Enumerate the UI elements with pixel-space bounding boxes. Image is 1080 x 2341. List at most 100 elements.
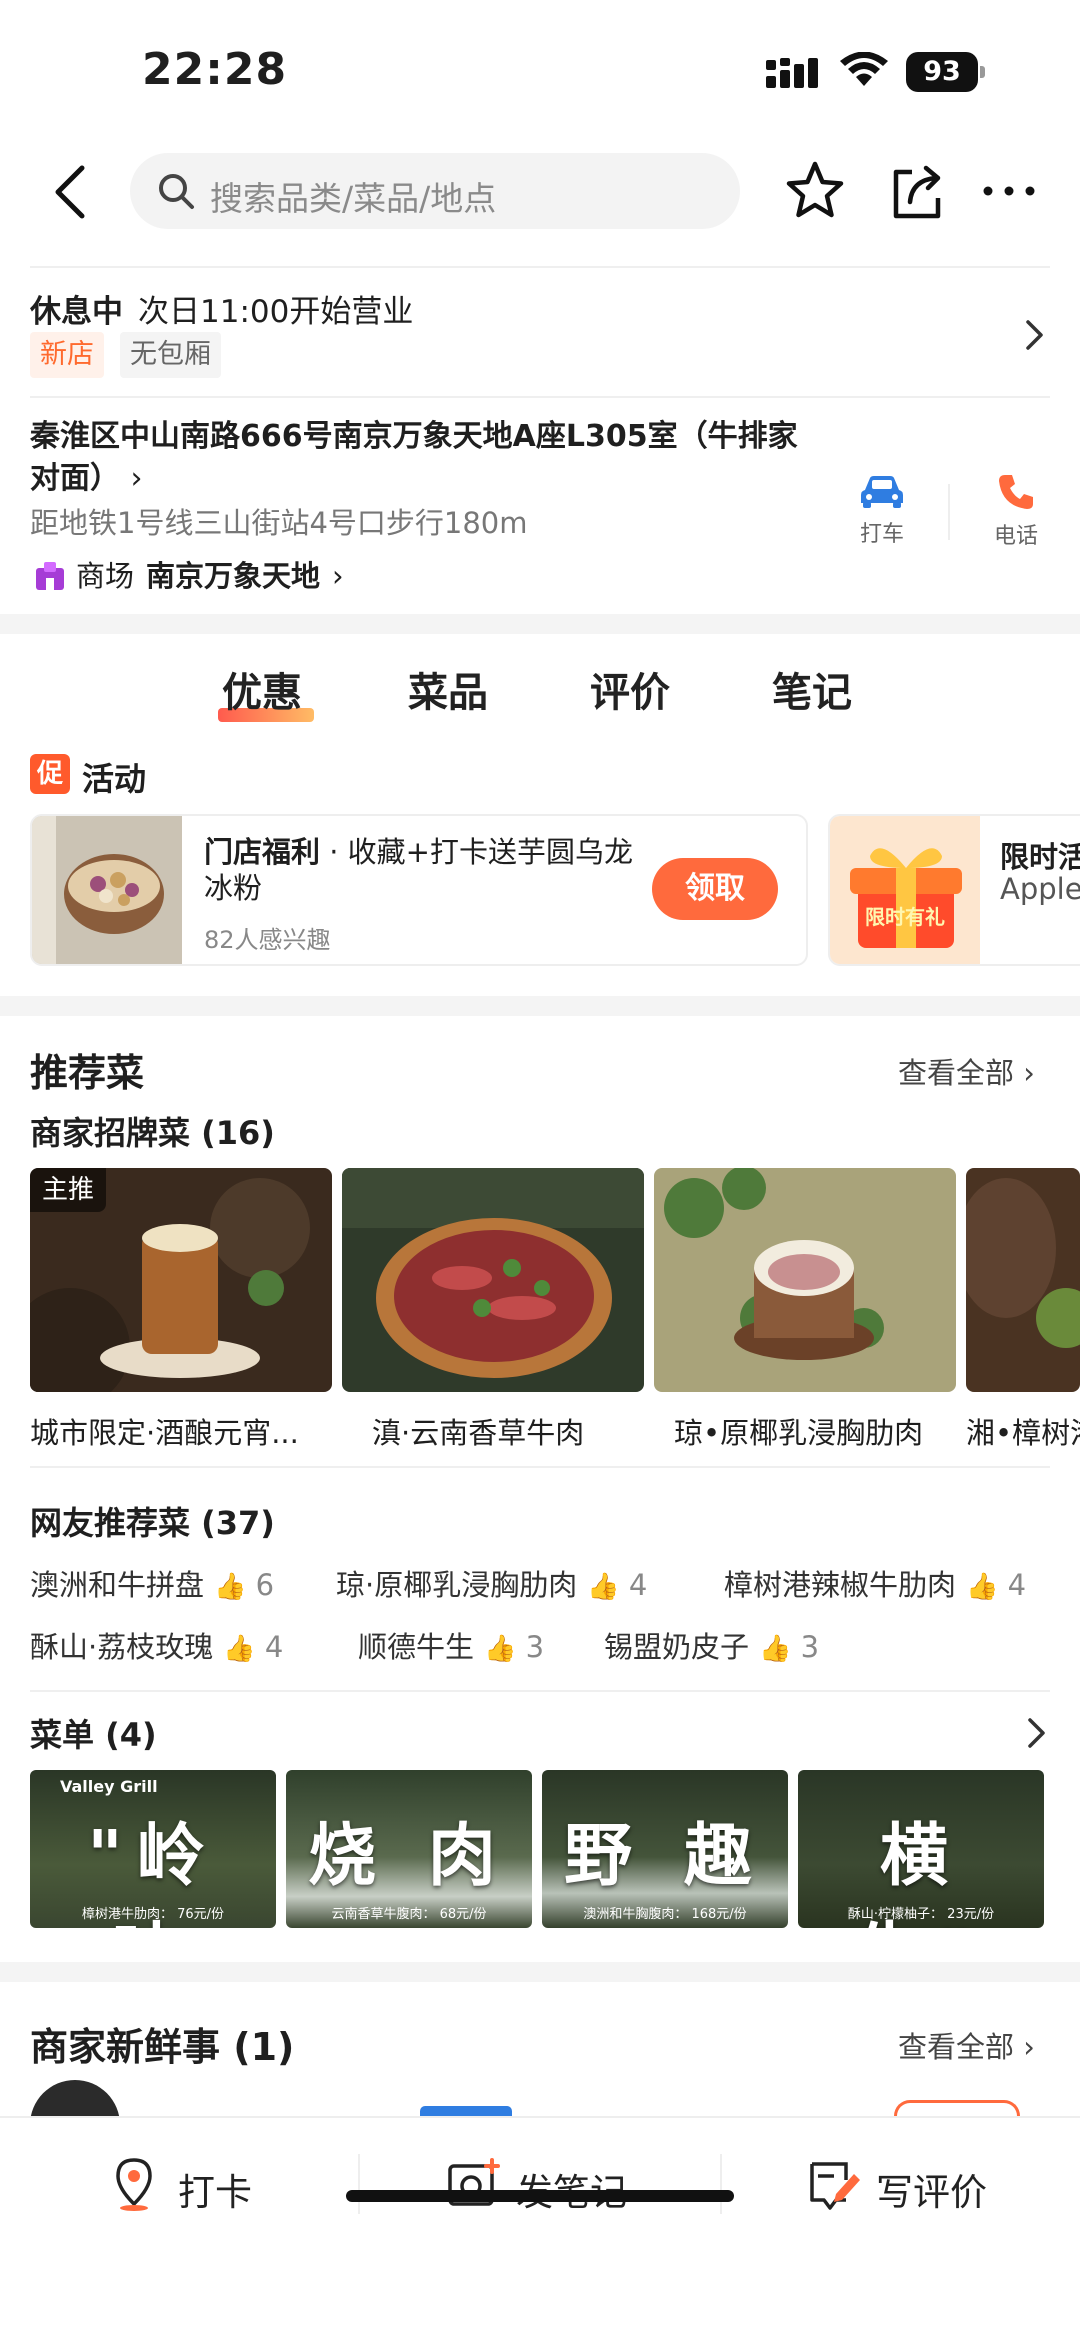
menu-image-title: 野 趣: [564, 1816, 766, 1896]
netizen-dish-item[interactable]: 酥山·荔枝玫瑰 👍 4: [30, 1624, 283, 1666]
tab-notes[interactable]: 笔记: [772, 660, 852, 718]
menu-image[interactable]: Valley Grill "岭 味 樟树港牛肋肉： 76元/份: [30, 1770, 276, 1928]
address-text[interactable]: 秦淮区中山南路666号南京万象天地A座L305室（牛排家对面） ›: [30, 416, 820, 500]
promo-card[interactable]: 门店福利 · 收藏+打卡送芋圆乌龙冰粉 82人感兴趣 领取: [30, 814, 808, 966]
like-count: 3: [800, 1630, 820, 1664]
tab-discount[interactable]: 优惠: [222, 660, 302, 718]
netizen-dish-name: 顺德牛生: [358, 1630, 475, 1664]
wifi-icon: [840, 52, 888, 86]
like-count: 6: [255, 1568, 275, 1602]
signature-dishes-title: 商家招牌菜 (16): [30, 1114, 275, 1152]
chevron-right-icon: ›: [1014, 2030, 1035, 2064]
promo-card-subtitle: Apple: [1000, 872, 1080, 906]
mall-name: 南京万象天地: [146, 559, 321, 593]
chevron-right-icon[interactable]: [1026, 1716, 1048, 1750]
netizen-dish-name: 樟树港辣椒牛肋肉: [724, 1568, 957, 1602]
like-count: 4: [264, 1630, 284, 1664]
main-recommend-tag: 主推: [30, 1168, 107, 1212]
menu-image[interactable]: 烧 肉 云南香草牛腹肉： 68元/份: [286, 1770, 532, 1928]
chevron-right-icon: ›: [1014, 1056, 1035, 1090]
promo-title: 活动: [82, 760, 147, 798]
see-all-label: 查看全部: [898, 1056, 1015, 1090]
gift-image-text: 限时有礼: [865, 905, 945, 929]
dish-name: 城市限定·酒酿元宵...: [30, 1416, 299, 1450]
checkin-label: 打卡: [178, 2171, 252, 2214]
menu-price: 樟树港牛肋肉： 76元/份: [81, 1907, 225, 1922]
dish-card[interactable]: 琼•原椰乳浸胸肋肉: [654, 1168, 956, 1452]
taxi-button[interactable]: 打车: [842, 472, 922, 548]
dish-name: 琼•原椰乳浸胸肋肉: [674, 1416, 924, 1450]
tab-dishes[interactable]: 菜品: [408, 660, 488, 718]
netizen-dish-name: 澳洲和牛拼盘: [30, 1568, 205, 1602]
chevron-right-icon: ›: [332, 559, 344, 593]
divider: [358, 2154, 360, 2214]
promo-interest-count: 82人感兴趣: [204, 926, 331, 954]
recommend-title: 推荐菜: [30, 1051, 145, 1095]
netizen-dish-item[interactable]: 琼·原椰乳浸胸肋肉 👍 4: [336, 1562, 647, 1604]
dish-card[interactable]: 主推 城市限定·酒酿元宵...: [30, 1168, 332, 1452]
divider: [720, 2154, 722, 2214]
thumb-up-icon: 👍: [966, 1572, 999, 1602]
divider: [30, 396, 1050, 398]
news-avatar: [30, 2080, 120, 2116]
see-all-news-link[interactable]: 查看全部 ›: [898, 2024, 1035, 2066]
dish-card[interactable]: 滇·云南香草牛肉: [342, 1168, 644, 1452]
star-icon[interactable]: [782, 158, 848, 224]
promo-badge: 促: [30, 754, 70, 794]
business-status-row[interactable]: 休息中 次日11:00开始营业 新店 无包厢: [30, 268, 1050, 388]
merchant-news-title: 商家新鲜事 (1): [30, 2025, 295, 2069]
next-open-time: 次日11:00开始营业: [138, 294, 414, 330]
like-count: 4: [1007, 1568, 1027, 1602]
content-tabs: 优惠 菜品 评价 笔记: [0, 660, 1080, 740]
address-line: 秦淮区中山南路666号南京万象天地A座L305室（牛排家对面）: [30, 419, 798, 496]
netizen-dish-name: 锡盟奶皮子: [604, 1630, 750, 1664]
status-bar: 22:28 93: [0, 0, 1080, 140]
tab-reviews[interactable]: 评价: [590, 660, 670, 718]
menu-image[interactable]: 横 生" 酥山·柠檬柚子： 23元/份: [798, 1770, 1044, 1928]
battery-level: 93: [906, 52, 978, 92]
like-count: 3: [525, 1630, 545, 1664]
thumb-up-icon: 👍: [223, 1634, 256, 1664]
camera-note-icon: [448, 2158, 500, 2206]
nav-bar: 搜索品类/菜品/地点: [0, 150, 1080, 234]
dish-card[interactable]: 湘•樟树港: [966, 1168, 1080, 1452]
brand-logo: Valley Grill: [60, 1777, 158, 1796]
back-icon[interactable]: [44, 160, 104, 224]
search-icon: [159, 174, 194, 209]
chevron-right-icon: [1026, 320, 1043, 350]
netizen-dish-name: 酥山·荔枝玫瑰: [30, 1630, 214, 1664]
netizen-dish-item[interactable]: 锡盟奶皮子 👍 3: [604, 1624, 819, 1666]
dish-image: [654, 1168, 956, 1392]
metro-distance: 距地铁1号线三山街站4号口步行180m: [30, 506, 528, 540]
taxi-label: 打车: [859, 522, 904, 547]
menu-price: 酥山·柠檬柚子： 23元/份: [847, 1907, 995, 1922]
netizen-dishes-title: 网友推荐菜 (37): [30, 1504, 275, 1542]
section-gap: [0, 614, 1080, 634]
menu-image[interactable]: 野 趣 澳洲和牛胸腹肉： 168元/份: [542, 1770, 788, 1928]
netizen-dish-item[interactable]: 澳洲和牛拼盘 👍 6: [30, 1562, 274, 1604]
promo-card[interactable]: 限时有礼 限时活 Apple: [828, 814, 1080, 966]
signal-icon: [766, 58, 818, 88]
dish-image: 主推: [30, 1168, 332, 1392]
thumb-up-icon: 👍: [214, 1572, 247, 1602]
car-icon: [861, 476, 903, 508]
claim-button[interactable]: 领取: [652, 858, 778, 920]
tag-new-shop: 新店: [30, 332, 104, 378]
bottom-action-bar: 打卡 发笔记 写评价: [0, 2116, 1080, 2341]
follow-button[interactable]: [894, 2100, 1020, 2116]
phone-button[interactable]: 电话: [976, 472, 1056, 550]
share-icon[interactable]: [884, 158, 950, 224]
chevron-right-icon: ›: [130, 461, 143, 496]
promo-dessert-image: [32, 816, 182, 964]
dish-image: [342, 1168, 644, 1392]
tag-no-private-room: 无包厢: [120, 332, 221, 378]
netizen-dish-item[interactable]: 樟树港辣椒牛肋肉 👍 4: [724, 1562, 1026, 1604]
divider: [30, 1690, 1050, 1692]
promo-description: 门店福利 · 收藏+打卡送芋圆乌龙冰粉: [204, 835, 633, 905]
home-indicator: [346, 2190, 734, 2202]
search-input[interactable]: 搜索品类/菜品/地点: [130, 153, 740, 229]
more-icon[interactable]: [976, 158, 1042, 224]
business-state: 休息中: [30, 294, 123, 330]
see-all-dishes-link[interactable]: 查看全部 ›: [898, 1050, 1035, 1092]
netizen-dish-item[interactable]: 顺德牛生 👍 3: [358, 1624, 544, 1666]
